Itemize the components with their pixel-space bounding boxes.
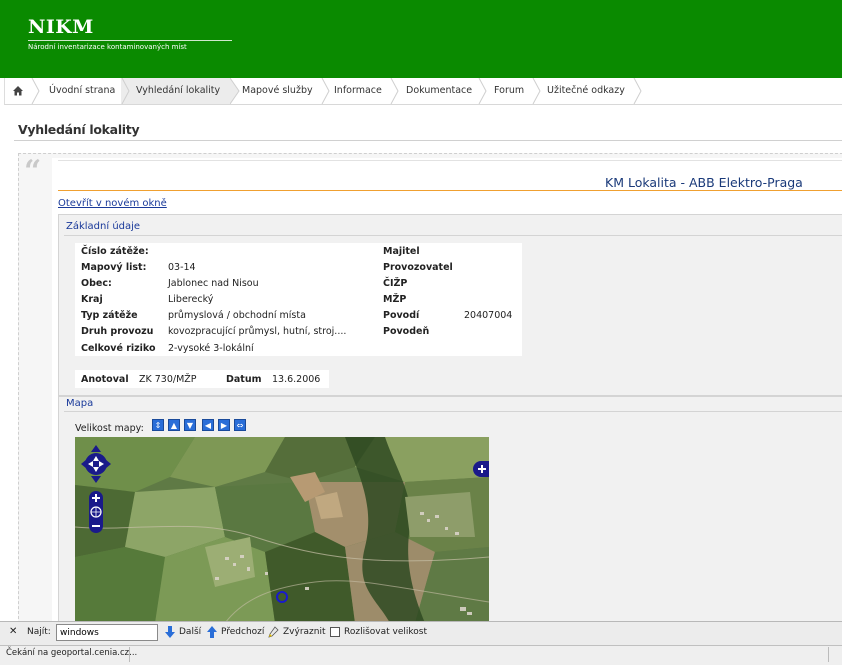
- field-label: Povodeň: [383, 326, 430, 337]
- nav-item-useful-links[interactable]: Užitečné odkazy: [547, 78, 637, 104]
- close-find-bar-icon[interactable]: ✕: [9, 626, 17, 637]
- locality-title: KM Lokalita - ABB Elektro-Praga: [605, 175, 803, 190]
- satellite-map[interactable]: [75, 437, 489, 623]
- basic-data-heading: Základní údaje: [66, 221, 141, 232]
- field-label: Číslo zátěže:: [81, 246, 149, 257]
- status-divider: [129, 647, 130, 662]
- nav-separator-icon: [390, 78, 399, 104]
- nav-separator-icon: [321, 78, 330, 104]
- nav-separator-icon: [121, 78, 130, 104]
- field-label: Celkové riziko: [81, 343, 156, 354]
- nav-separator-icon: [230, 78, 240, 104]
- nav-separator-icon: [532, 78, 541, 104]
- open-new-window-link[interactable]: Otevřít v novém okně: [58, 198, 167, 209]
- map-heading: Mapa: [66, 398, 94, 409]
- match-case-checkbox[interactable]: [330, 627, 340, 637]
- map-grow-height-icon[interactable]: ▼: [184, 419, 196, 431]
- site-logo[interactable]: NIKM: [28, 16, 94, 38]
- date-label: Datum: [226, 374, 262, 385]
- arrow-down-icon[interactable]: [165, 626, 175, 638]
- field-value: průmyslová / obchodní místa: [168, 310, 306, 321]
- annotated-by-value: ZK 730/MŽP: [139, 374, 197, 385]
- nav-item-search[interactable]: Vyhledání lokality: [121, 78, 230, 104]
- field-value: 20407004: [464, 310, 513, 321]
- date-value: 13.6.2006: [272, 374, 321, 385]
- info-table: [75, 243, 522, 356]
- field-value: 2-vysoké 3-lokální: [168, 343, 254, 354]
- match-case-label[interactable]: Rozlišovat velikost: [344, 627, 427, 637]
- field-value: 03-14: [168, 262, 196, 273]
- main-nav: Úvodní strana Vyhledání lokality Mapové …: [4, 78, 842, 105]
- field-label: Obec:: [81, 278, 112, 289]
- nav-separator-icon: [31, 78, 40, 104]
- map-zoom-control-icon[interactable]: [89, 491, 103, 533]
- find-next-button[interactable]: Další: [179, 627, 201, 637]
- nav-item-map-services[interactable]: Mapové služby: [242, 78, 322, 104]
- nav-item-documentation[interactable]: Dokumentace: [406, 78, 480, 104]
- arrow-up-icon[interactable]: [207, 626, 217, 638]
- find-input[interactable]: [56, 624, 158, 641]
- field-label: Typ zátěže: [81, 310, 138, 321]
- field-label: ČIŽP: [383, 278, 408, 289]
- field-value: Jablonec nad Nisou: [168, 278, 259, 289]
- nav-separator-icon: [478, 78, 487, 104]
- field-label: Kraj: [81, 294, 103, 305]
- page-title: Vyhledání lokality: [18, 122, 140, 137]
- panel-divider: [58, 160, 842, 161]
- map-shrink-height-icon[interactable]: ▲: [168, 419, 180, 431]
- highlighter-icon[interactable]: [268, 626, 279, 638]
- field-label: MŽP: [383, 294, 407, 305]
- field-label: Mapový list:: [81, 262, 147, 273]
- map-layers-expand-icon[interactable]: [473, 461, 489, 477]
- section-divider: [64, 411, 842, 412]
- annotated-by-label: Anotoval: [81, 374, 129, 385]
- quote-icon: “: [24, 154, 42, 189]
- status-divider: [828, 647, 829, 662]
- field-value: kovozpracující průmysl, hutní, stroj....: [168, 326, 347, 337]
- field-label: Provozovatel: [383, 262, 453, 273]
- find-label: Najít:: [27, 627, 51, 637]
- find-previous-button[interactable]: Předchozí: [221, 627, 264, 637]
- nav-separator-icon: [633, 78, 642, 104]
- nav-item-home[interactable]: Úvodní strana: [49, 78, 123, 104]
- map-size-label: Velikost mapy:: [75, 423, 144, 434]
- status-text: Čekání na geoportal.cenia.cz...: [6, 648, 138, 658]
- nav-item-forum[interactable]: Forum: [494, 78, 534, 104]
- site-header: NIKM Národní inventarizace kontaminovaný…: [0, 0, 842, 78]
- title-underline: [58, 190, 842, 191]
- field-label: Majitel: [383, 246, 420, 257]
- nav-item-information[interactable]: Informace: [334, 78, 392, 104]
- map-height-toggle-icon[interactable]: ⇕: [152, 419, 164, 431]
- field-value: Liberecký: [168, 294, 214, 305]
- site-subtitle: Národní inventarizace kontaminovaných mí…: [28, 40, 232, 51]
- field-label: Povodí: [383, 310, 420, 321]
- map-width-toggle-icon[interactable]: ⇔: [234, 419, 246, 431]
- map-shrink-width-icon[interactable]: ◀: [202, 419, 214, 431]
- section-divider: [64, 235, 842, 236]
- field-label: Druh provozu: [81, 326, 154, 337]
- highlight-all-button[interactable]: Zvýraznit: [283, 627, 326, 637]
- home-icon[interactable]: [12, 85, 24, 97]
- map-grow-width-icon[interactable]: ▶: [218, 419, 230, 431]
- title-divider: [14, 140, 842, 141]
